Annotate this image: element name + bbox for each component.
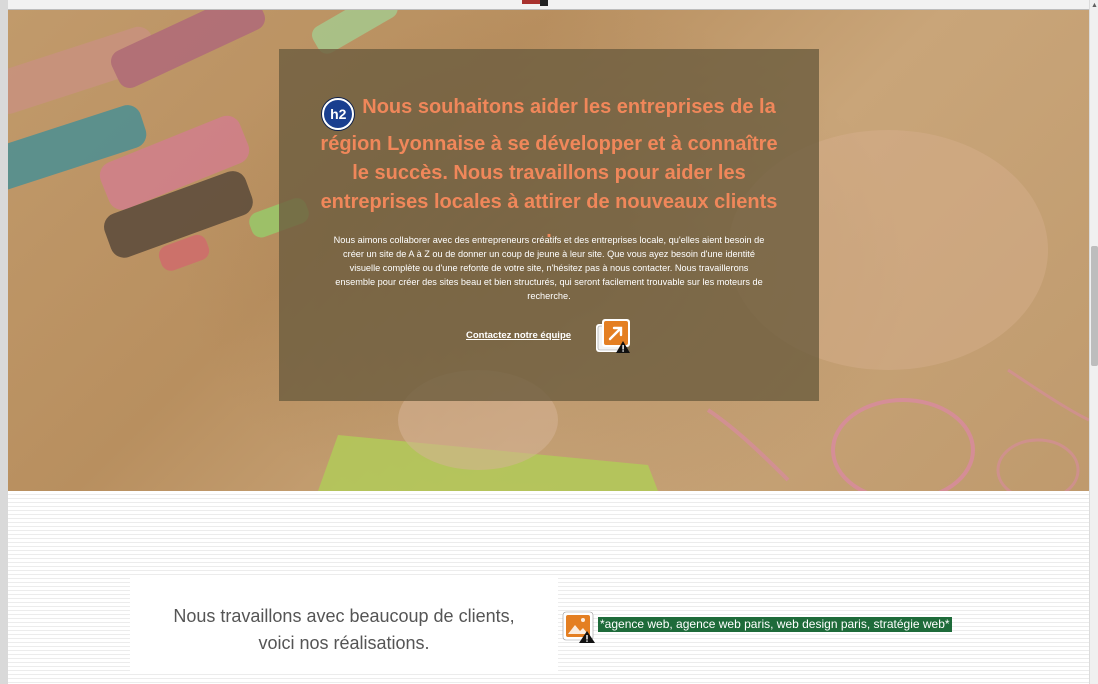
page-scrollbar[interactable]: ▲ <box>1089 0 1098 684</box>
hero-body-text: Nous aimons collaborer avec des entrepre… <box>333 235 765 301</box>
clients-heading-line1: Nous travaillons avec beaucoup de client… <box>173 606 515 626</box>
clients-text-box: Nous travaillons avec beaucoup de client… <box>130 577 558 673</box>
clients-heading: Nous travaillons avec beaucoup de client… <box>130 603 558 657</box>
image-alt-text: *agence web, agence web paris, web desig… <box>598 617 952 632</box>
cta-row: Contactez notre équipe <box>466 317 666 357</box>
external-link-warning-icon[interactable] <box>594 317 632 355</box>
hero-overlay: h2 Nous souhaitons aider les entreprises … <box>279 49 819 401</box>
left-gutter <box>0 0 8 684</box>
clients-heading-line2: voici nos réalisations. <box>258 633 430 653</box>
contact-team-link[interactable]: Contactez notre équipe <box>466 330 571 341</box>
top-strip <box>8 0 1089 10</box>
h2-badge-icon: h2 <box>322 98 355 130</box>
hero-section: h2 Nous souhaitons aider les entreprises … <box>8 10 1089 491</box>
hero-headline: h2 Nous souhaitons aider les entreprises … <box>319 93 779 246</box>
scroll-up-arrow-icon[interactable]: ▲ <box>1091 2 1098 10</box>
partial-image-icon <box>522 0 548 6</box>
scrollbar-thumb[interactable] <box>1091 246 1098 366</box>
broken-image-warning-icon <box>562 611 595 643</box>
clients-section: Nous travaillons avec beaucoup de client… <box>8 491 1089 684</box>
hero-headline-text: Nous souhaitons aider les entreprises de… <box>320 96 778 242</box>
